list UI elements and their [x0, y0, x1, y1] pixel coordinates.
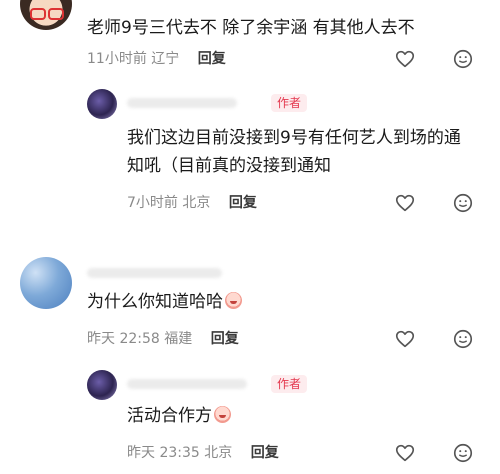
glasses-icon — [48, 8, 64, 20]
reply-meta: 昨天 23:35 北京 回复 — [127, 444, 279, 462]
reply-button[interactable]: 回复 — [211, 331, 239, 347]
reply-button[interactable]: 回复 — [198, 51, 226, 67]
reply-location: 北京 — [182, 195, 211, 211]
reply-time: 昨天 23:35 — [127, 445, 200, 461]
reaction-face-icon[interactable] — [452, 192, 474, 214]
author-avatar[interactable] — [87, 89, 117, 119]
comment-location: 福建 — [164, 331, 193, 347]
like-heart-icon[interactable] — [394, 192, 416, 214]
comment-meta: 11小时前 辽宁 回复 — [87, 50, 226, 68]
like-heart-icon[interactable] — [394, 48, 416, 70]
glasses-icon — [30, 8, 46, 20]
reply-time: 7小时前 — [127, 195, 178, 211]
author-name-blurred — [127, 98, 237, 108]
comment-text: 老师9号三代去不 除了余宇涵 有其他人去不 — [87, 18, 415, 38]
reply-text: 活动合作方 — [127, 402, 231, 430]
username-blurred — [87, 268, 222, 278]
like-heart-icon[interactable] — [394, 442, 416, 464]
reaction-face-icon[interactable] — [452, 328, 474, 350]
comment-time: 昨天 22:58 — [87, 331, 160, 347]
reply-meta: 7小时前 北京 回复 — [127, 194, 257, 212]
comment-text: 为什么你知道哈哈 — [87, 288, 242, 316]
user-avatar[interactable] — [20, 0, 72, 30]
reply-text: 我们这边目前没接到9号有任何艺人到场的通知吼（目前真的没接到通知 — [127, 128, 461, 176]
author-badge: 作者 — [271, 375, 308, 393]
like-heart-icon[interactable] — [394, 328, 416, 350]
comment-time: 11小时前 — [87, 51, 147, 67]
reaction-face-icon[interactable] — [452, 442, 474, 464]
reply-button[interactable]: 回复 — [251, 445, 279, 461]
reply-location: 北京 — [204, 445, 233, 461]
author-avatar[interactable] — [87, 370, 117, 400]
comment-meta: 昨天 22:58 福建 回复 — [87, 330, 239, 348]
author-badge: 作者 — [271, 94, 308, 112]
author-name-blurred — [127, 379, 247, 389]
comment-location: 辽宁 — [151, 51, 180, 67]
reaction-face-icon[interactable] — [452, 48, 474, 70]
pig-emoji-icon — [214, 406, 231, 423]
user-avatar[interactable] — [20, 257, 72, 309]
pig-emoji-icon — [225, 292, 242, 309]
reply-button[interactable]: 回复 — [229, 195, 257, 211]
